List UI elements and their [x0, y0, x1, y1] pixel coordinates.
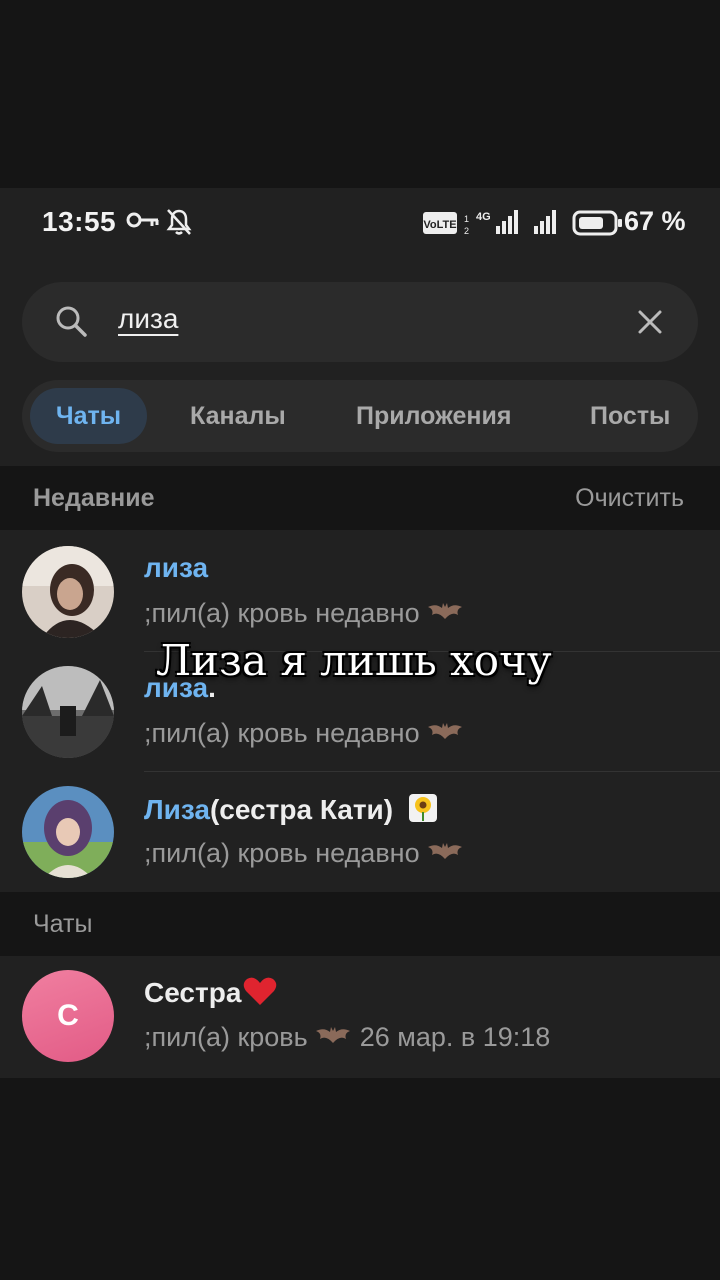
status-time: 13:55 — [42, 206, 117, 237]
status-text: ;пил(а) кровь недавно — [144, 838, 420, 868]
bell-muted-icon — [166, 208, 192, 241]
chat-item[interactable]: С Сестра ;пил(а) кровь 26 мар. в 19:18 — [0, 956, 720, 1076]
tab-posts[interactable]: Посты — [590, 380, 670, 452]
status-text: ;пил(а) кровь недавно — [144, 718, 420, 748]
search-tabs: Чаты Каналы Приложения Посты — [22, 380, 698, 452]
battery-icon — [572, 210, 624, 241]
chat-status: ;пил(а) кровь недавно — [144, 598, 464, 630]
clear-recent-button[interactable]: Очистить — [575, 484, 684, 513]
name-highlight: лиза — [144, 552, 209, 583]
bat-icon — [314, 1023, 352, 1054]
avatar — [22, 786, 114, 878]
key-icon — [126, 208, 160, 237]
name-text: Сестра — [144, 976, 242, 1008]
volte-label: VoLTE — [423, 219, 456, 231]
telegram-search-screen: 13:55 VoLTE 1 2 4G 67 % лиза Чаты Каналы… — [0, 188, 720, 1078]
network-label: 4G — [476, 211, 491, 223]
name-rest: (сестра Кати) — [209, 793, 394, 825]
sunflower-emoji-icon — [407, 792, 439, 831]
chat-status: ;пил(а) кровь 26 мар. в 19:18 — [144, 1022, 550, 1054]
bat-icon — [426, 719, 464, 750]
recent-item[interactable]: Лиза(сестра Кати) ;пил(а) кровь недавно — [0, 772, 720, 892]
signal-4g-icon: 4G — [474, 208, 520, 241]
chat-name: Лиза(сестра Кати) — [144, 792, 439, 831]
avatar — [22, 546, 114, 638]
tab-chats[interactable]: Чаты — [30, 388, 148, 444]
svg-text:2: 2 — [464, 226, 469, 236]
battery-percent: 67 % — [624, 206, 686, 236]
chat-status: ;пил(а) кровь недавно — [144, 718, 464, 750]
search-input[interactable]: лиза — [118, 303, 178, 335]
chat-date: 26 мар. в 19:18 — [359, 1022, 551, 1052]
status-text: ;пил(а) кровь — [144, 1022, 308, 1052]
chat-name: лиза — [144, 552, 208, 584]
chat-status: ;пил(а) кровь недавно — [144, 838, 464, 870]
volte-icon: VoLTE 1 2 — [422, 210, 470, 241]
bat-icon — [426, 839, 464, 870]
svg-text:1: 1 — [464, 214, 469, 224]
tab-apps[interactable]: Приложения — [356, 380, 511, 452]
recent-header-label: Недавние — [33, 484, 155, 512]
status-bar: 13:55 VoLTE 1 2 4G 67 % — [0, 188, 720, 258]
clear-search-icon[interactable] — [636, 308, 664, 341]
recent-section-header: Недавние Очистить — [0, 466, 720, 530]
tab-channels[interactable]: Каналы — [190, 380, 286, 452]
recent-item[interactable]: лиза ;пил(а) кровь недавно — [0, 532, 720, 652]
avatar — [22, 666, 114, 758]
search-bar[interactable]: лиза — [22, 282, 698, 362]
heart-emoji-icon — [243, 976, 277, 1013]
overlay-caption: Лиза я лишь хочу — [156, 636, 552, 685]
chats-section-header: Чаты — [0, 892, 720, 956]
signal-icon — [532, 208, 564, 241]
chat-name: Сестра — [144, 976, 277, 1013]
search-icon — [54, 304, 88, 343]
name-highlight: Лиза — [144, 793, 210, 825]
bat-icon — [426, 599, 464, 630]
avatar: С — [22, 970, 114, 1062]
chats-header-label: Чаты — [33, 910, 93, 938]
status-text: ;пил(а) кровь недавно — [144, 598, 420, 628]
